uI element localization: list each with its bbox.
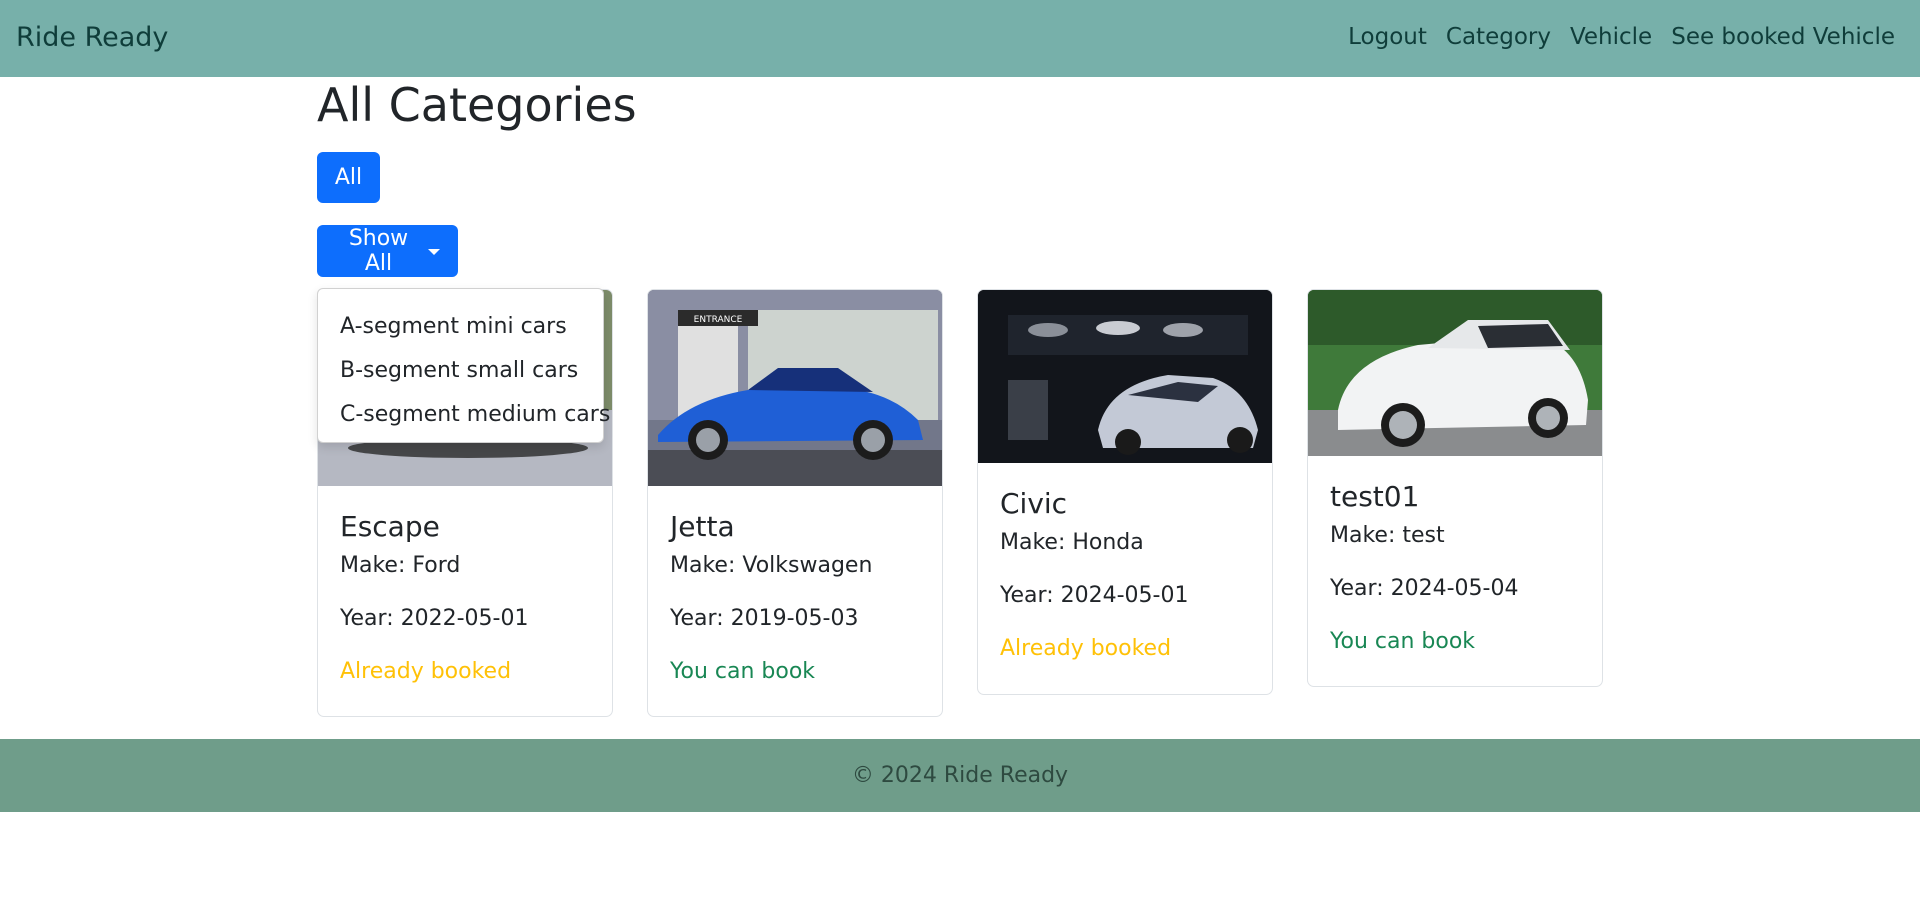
vehicle-name: test01	[1330, 480, 1420, 513]
page-title: All Categories	[317, 78, 637, 132]
vehicle-name: Civic	[1000, 487, 1068, 520]
footer-copyright: © 2024 Ride Ready	[851, 763, 1069, 788]
vehicle-name: Jetta	[670, 510, 735, 543]
vehicle-make: Make: Honda	[1000, 530, 1144, 555]
vehicle-card-body: Escape Make: Ford Year: 2022-05-01 Alrea…	[318, 486, 612, 704]
filter-all-button[interactable]: All	[317, 152, 380, 203]
booking-status: Already booked	[340, 659, 512, 684]
vehicle-name: Escape	[340, 510, 440, 543]
brand-logo-text[interactable]: Ride Ready	[16, 22, 168, 53]
dropdown-item-b-segment[interactable]: B-segment small cars	[318, 349, 603, 393]
vehicle-image-jetta: ENTRANCE	[648, 290, 942, 486]
vehicle-year: Year: 2024-05-01	[1000, 583, 1189, 608]
vehicle-year: Year: 2019-05-03	[670, 606, 859, 631]
dropdown-item-c-segment[interactable]: C-segment medium cars	[318, 393, 610, 437]
show-all-dropdown-button[interactable]: Show All	[317, 225, 458, 277]
vehicle-card: Civic Make: Honda Year: 2024-05-01 Alrea…	[977, 289, 1273, 695]
top-navbar: Ride Ready Logout Category Vehicle See b…	[0, 0, 1920, 77]
nav-links: Logout Category Vehicle See booked Vehic…	[1348, 24, 1895, 50]
dropdown-item-a-segment[interactable]: A-segment mini cars	[318, 305, 603, 349]
vehicle-card-body: test01 Make: test Year: 2024-05-04 You c…	[1308, 456, 1602, 674]
vehicle-card: test01 Make: test Year: 2024-05-04 You c…	[1307, 289, 1603, 687]
nav-link-logout[interactable]: Logout	[1348, 24, 1427, 50]
nav-link-category[interactable]: Category	[1446, 24, 1551, 50]
entrance-sign-text: ENTRANCE	[694, 315, 743, 325]
vehicle-card-body: Jetta Make: Volkswagen Year: 2019-05-03 …	[648, 486, 942, 704]
vehicle-year: Year: 2024-05-04	[1330, 576, 1519, 601]
blue-coupe-photo: ENTRANCE	[648, 290, 942, 486]
booking-status: You can book	[670, 659, 816, 684]
nav-link-vehicle[interactable]: Vehicle	[1570, 24, 1652, 50]
booking-status: Already booked	[1000, 636, 1172, 661]
vehicle-card-body: Civic Make: Honda Year: 2024-05-01 Alrea…	[978, 463, 1272, 681]
vehicle-image-civic	[978, 290, 1272, 463]
page-footer: © 2024 Ride Ready	[0, 739, 1920, 812]
vehicle-make: Make: Ford	[340, 553, 461, 578]
vehicle-make: Make: test	[1330, 523, 1445, 548]
category-dropdown-menu: A-segment mini cars B-segment small cars…	[317, 288, 610, 443]
booking-status: You can book	[1330, 629, 1476, 654]
caret-down-icon	[428, 249, 440, 255]
vehicle-year: Year: 2022-05-01	[340, 606, 529, 631]
vehicle-make: Make: Volkswagen	[670, 553, 873, 578]
white-range-rover-photo	[1308, 290, 1602, 456]
silver-camaro-photo	[978, 290, 1272, 463]
show-all-label: Show All	[348, 226, 409, 276]
nav-link-see-booked-vehicle[interactable]: See booked Vehicle	[1671, 24, 1895, 50]
vehicle-card: ENTRANCE Jetta Make: Volkswagen Year: 20…	[647, 289, 943, 717]
vehicle-image-test01	[1308, 290, 1602, 456]
